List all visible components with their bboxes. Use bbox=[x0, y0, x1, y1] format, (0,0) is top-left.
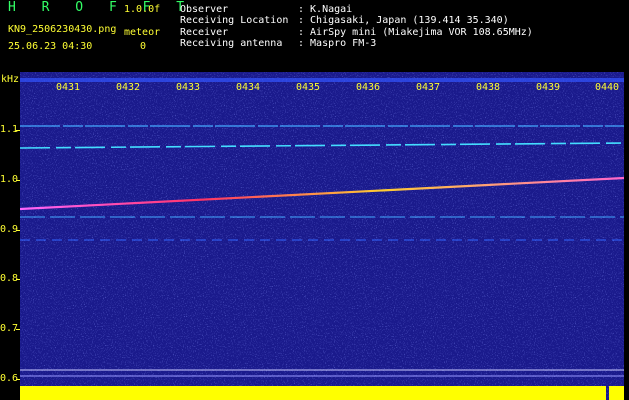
time-strip bbox=[20, 78, 624, 82]
meteor-count: 0 bbox=[140, 41, 147, 52]
info-receiver-label: Receiver bbox=[180, 27, 229, 38]
info-receiver-value: : AirSpy mini (Miakejima VOR 108.65MHz) bbox=[298, 27, 533, 38]
level-bar bbox=[609, 386, 624, 400]
meteor-label: meteor bbox=[124, 27, 161, 38]
time-label-0437: 0437 bbox=[416, 82, 441, 93]
version-label: 1.0.0f bbox=[124, 4, 161, 15]
info-observer-label: Observer bbox=[180, 4, 229, 15]
filename-label: KN9_2506230430.png bbox=[8, 24, 117, 35]
info-location-label: Receiving Location bbox=[180, 15, 289, 26]
info-antenna-value: : Maspro FM-3 bbox=[298, 38, 377, 49]
time-label-0434: 0434 bbox=[236, 82, 261, 93]
info-location-value: : Chigasaki, Japan (139.414 35.340) bbox=[298, 15, 509, 26]
time-label-0440: 0440 bbox=[595, 82, 620, 93]
time-label-0432: 0432 bbox=[116, 82, 141, 93]
app-title: H R O F F T bbox=[8, 0, 194, 15]
header: H R O F F T 1.0.0f KN9_2506230430.png 25… bbox=[0, 0, 629, 72]
spectrogram-plot bbox=[20, 72, 624, 400]
time-label-0439: 0439 bbox=[536, 82, 561, 93]
info-observer-value: : K.Nagai bbox=[298, 4, 353, 15]
level-bar bbox=[20, 386, 606, 400]
time-label-0436: 0436 bbox=[356, 82, 381, 93]
info-antenna-label: Receiving antenna bbox=[180, 38, 283, 49]
axis-unit-label: kHz bbox=[1, 74, 20, 85]
datetime-label: 25.06.23 04:30 bbox=[8, 41, 93, 52]
time-label-0435: 0435 bbox=[296, 82, 321, 93]
time-label-0431: 0431 bbox=[56, 82, 81, 93]
time-label-0433: 0433 bbox=[176, 82, 201, 93]
spectrogram-noise bbox=[20, 72, 624, 400]
time-label-0438: 0438 bbox=[476, 82, 501, 93]
